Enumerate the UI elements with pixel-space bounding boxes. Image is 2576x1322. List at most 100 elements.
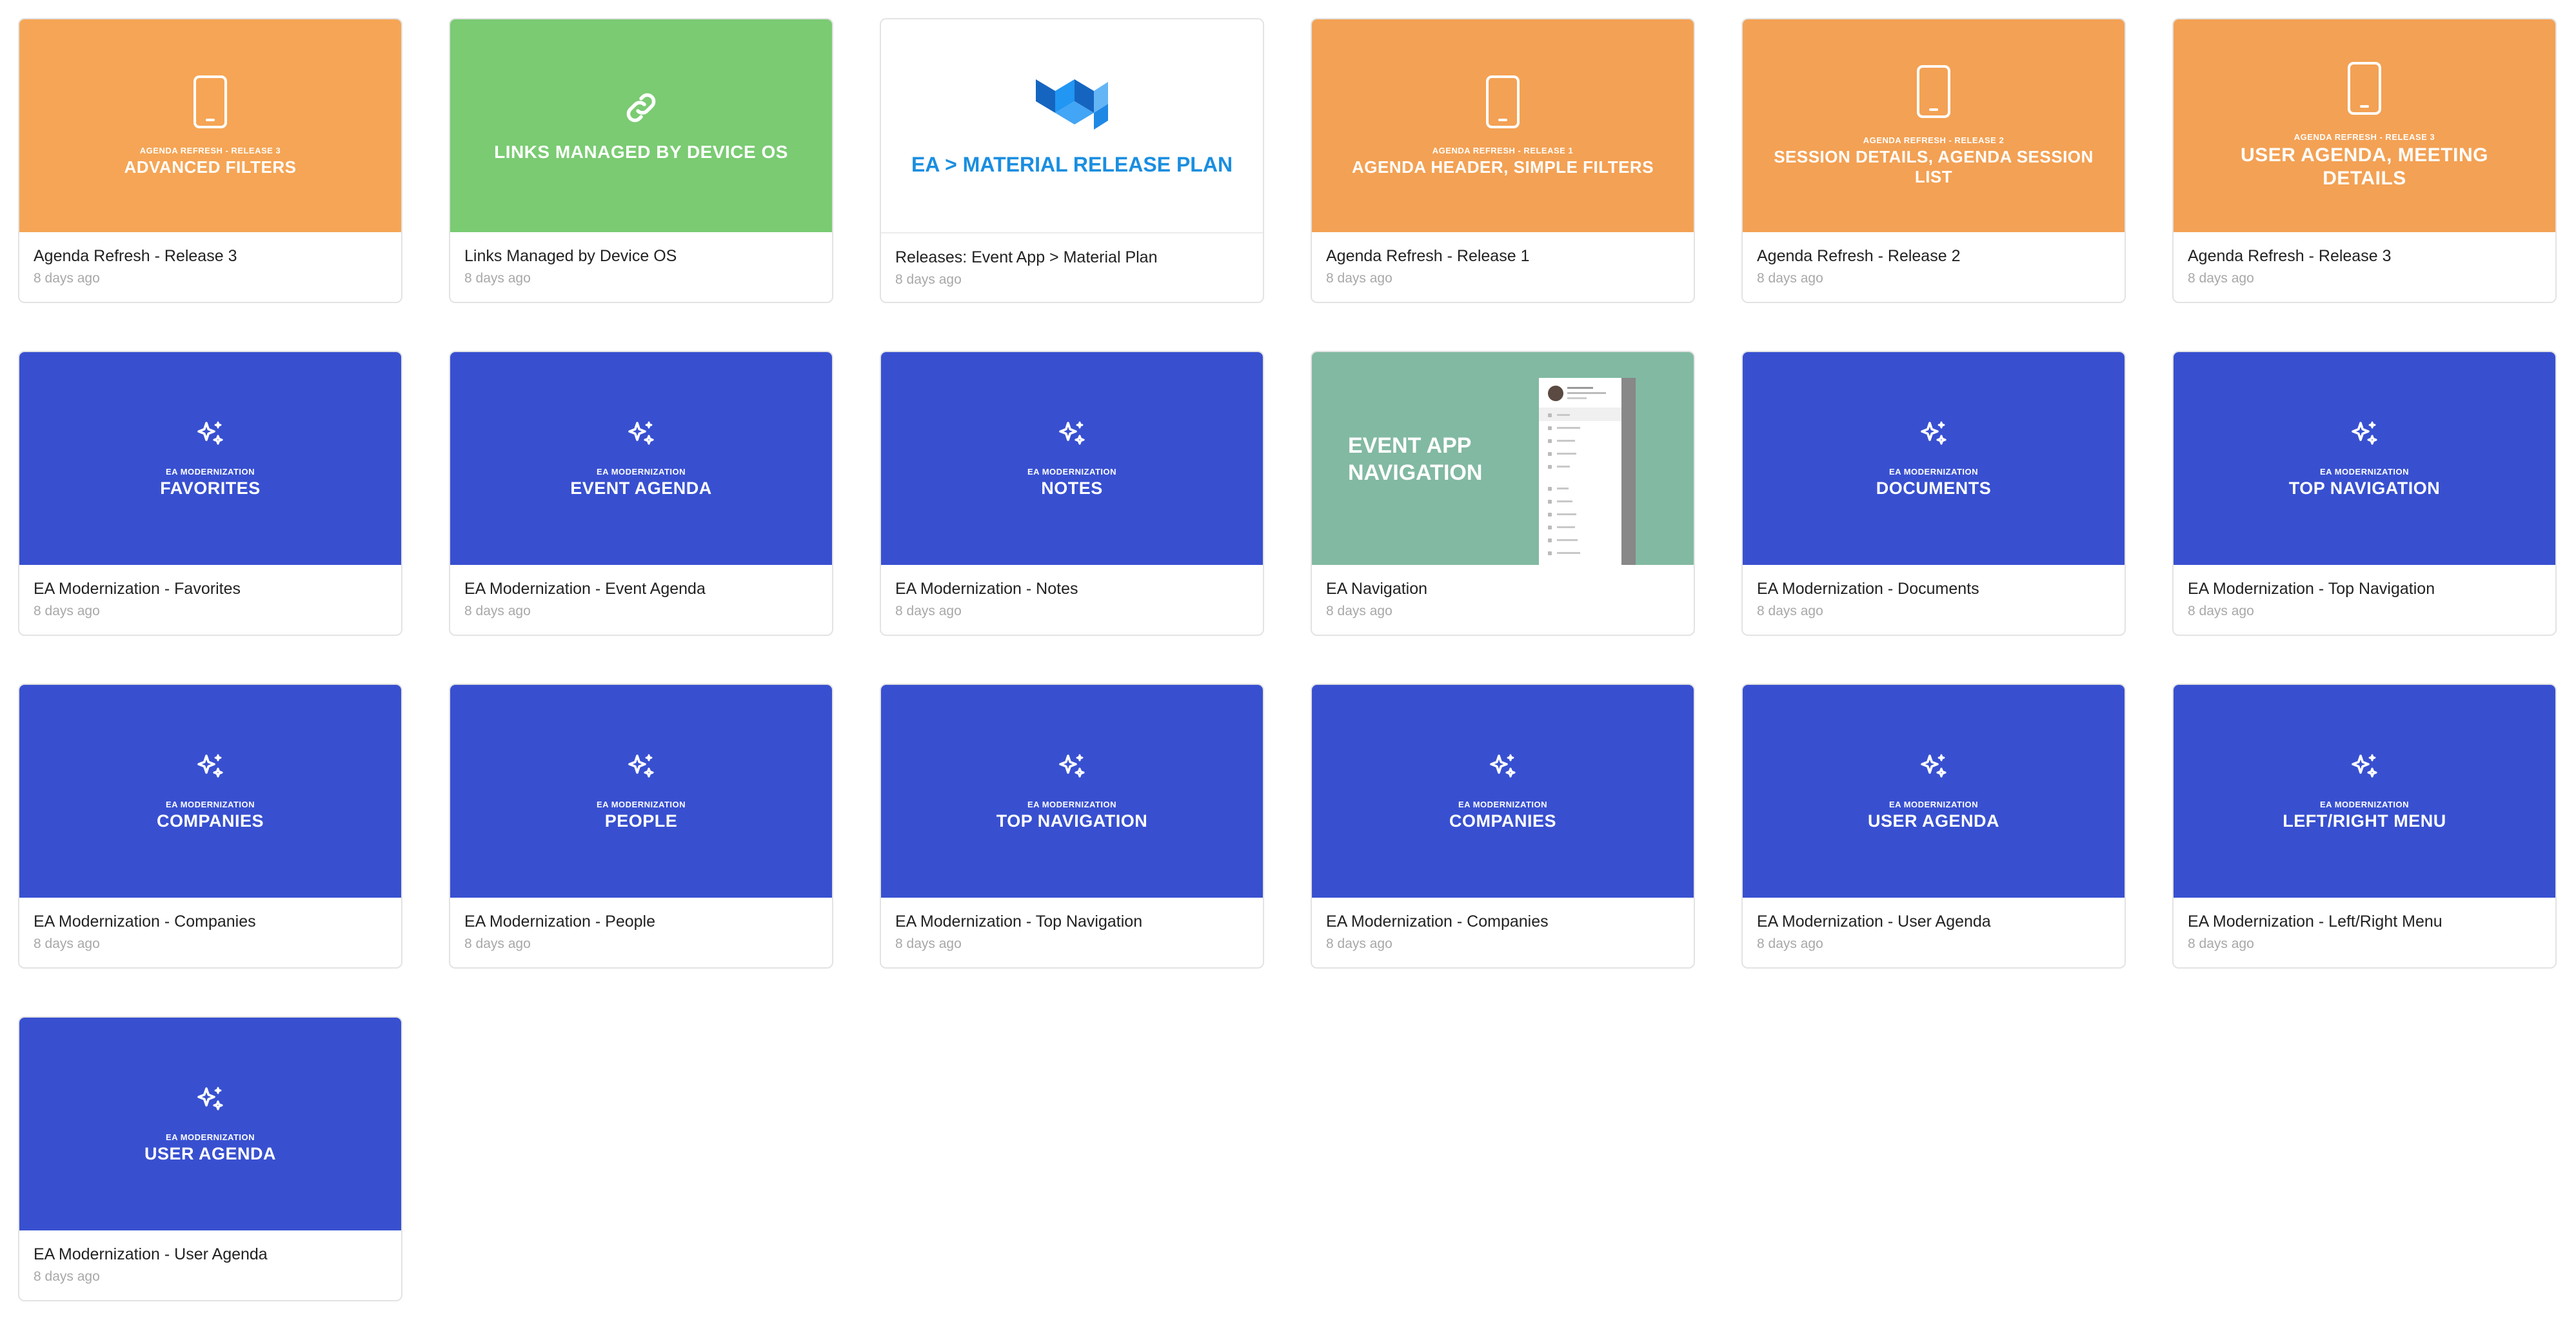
card-thumbnail: EA MODERNIZATION NOTES: [881, 352, 1263, 565]
card-thumbnail: EVENT APP NAVIGATION: [1312, 352, 1694, 565]
card-title[interactable]: EA Modernization - Top Navigation: [2188, 579, 2541, 598]
file-card[interactable]: AGENDA REFRESH - RELEASE 1 AGENDA HEADER…: [1311, 18, 1695, 303]
card-thumbnail: EA > MATERIAL RELEASE PLAN: [881, 19, 1263, 233]
card-eyebrow: AGENDA REFRESH - RELEASE 2: [1863, 135, 2005, 145]
card-thumbnail: AGENDA REFRESH - RELEASE 2 SESSION DETAI…: [1743, 19, 2125, 232]
card-timestamp: 8 days ago: [1757, 604, 1823, 618]
card-eyebrow: EA MODERNIZATION: [1458, 799, 1547, 809]
file-card[interactable]: EA MODERNIZATION COMPANIES EA Modernizat…: [1311, 684, 1695, 969]
file-card[interactable]: EA MODERNIZATION EVENT AGENDA EA Moderni…: [449, 351, 833, 636]
sparkles-icon: [628, 421, 654, 445]
file-card[interactable]: EA MODERNIZATION USER AGENDA EA Moderniz…: [1741, 684, 2126, 969]
card-meta: EA Modernization - Event Agenda 8 days a…: [450, 565, 832, 619]
card-thumbnail: EA MODERNIZATION USER AGENDA: [19, 1018, 401, 1230]
file-card[interactable]: EVENT APP NAVIGATION EA Navigation 8 day…: [1311, 351, 1695, 636]
card-headline: COMPANIES: [1449, 811, 1556, 831]
material-logo-icon: [1036, 79, 1108, 130]
sparkles-icon: [1059, 754, 1085, 778]
file-grid: AGENDA REFRESH - RELEASE 3 ADVANCED FILT…: [18, 18, 2557, 1301]
card-timestamp: 8 days ago: [1326, 936, 1392, 951]
card-title[interactable]: Agenda Refresh - Release 2: [1757, 246, 2110, 266]
sparkles-icon: [2352, 754, 2377, 778]
card-thumbnail: EA MODERNIZATION TOP NAVIGATION: [2174, 352, 2555, 565]
file-card[interactable]: AGENDA REFRESH - RELEASE 3 USER AGENDA, …: [2172, 18, 2557, 303]
phone-mockup-icon: [1539, 378, 1636, 565]
card-headline: COMPANIES: [156, 811, 264, 831]
sparkles-icon: [2352, 421, 2377, 445]
card-title[interactable]: EA Modernization - Favorites: [34, 579, 387, 598]
card-title[interactable]: EA Modernization - Companies: [34, 912, 387, 931]
card-thumbnail: EA MODERNIZATION USER AGENDA: [1743, 685, 2125, 898]
card-headline: USER AGENDA: [1867, 811, 2000, 831]
file-card[interactable]: EA MODERNIZATION USER AGENDA EA Moderniz…: [18, 1016, 402, 1301]
card-timestamp: 8 days ago: [895, 604, 962, 618]
phone-icon: [1486, 75, 1520, 128]
card-thumbnail: EA MODERNIZATION PEOPLE: [450, 685, 832, 898]
card-headline: EA > MATERIAL RELEASE PLAN: [911, 153, 1233, 176]
card-eyebrow: EA MODERNIZATION: [166, 1132, 255, 1142]
file-card[interactable]: EA MODERNIZATION TOP NAVIGATION EA Moder…: [880, 684, 1264, 969]
card-thumbnail: EA MODERNIZATION COMPANIES: [19, 685, 401, 898]
file-card[interactable]: AGENDA REFRESH - RELEASE 2 SESSION DETAI…: [1741, 18, 2126, 303]
card-eyebrow: EA MODERNIZATION: [597, 466, 686, 477]
card-timestamp: 8 days ago: [1757, 936, 1823, 951]
file-card[interactable]: EA > MATERIAL RELEASE PLAN Releases: Eve…: [880, 18, 1264, 303]
sparkles-icon: [197, 421, 223, 445]
card-eyebrow: EA MODERNIZATION: [166, 466, 255, 477]
file-card[interactable]: EA MODERNIZATION FAVORITES EA Modernizat…: [18, 351, 402, 636]
card-headline: PEOPLE: [604, 811, 678, 831]
card-title[interactable]: Releases: Event App > Material Plan: [895, 248, 1249, 267]
card-title[interactable]: Agenda Refresh - Release 3: [34, 246, 387, 266]
card-timestamp: 8 days ago: [1757, 271, 1823, 286]
file-card[interactable]: EA MODERNIZATION COMPANIES EA Modernizat…: [18, 684, 402, 969]
card-title[interactable]: EA Modernization - Top Navigation: [895, 912, 1249, 931]
card-timestamp: 8 days ago: [895, 272, 962, 287]
card-eyebrow: EA MODERNIZATION: [2320, 466, 2409, 477]
file-card[interactable]: EA MODERNIZATION DOCUMENTS EA Modernizat…: [1741, 351, 2126, 636]
card-timestamp: 8 days ago: [1326, 604, 1392, 618]
card-timestamp: 8 days ago: [2188, 604, 2254, 618]
card-headline: ADVANCED FILTERS: [124, 157, 297, 177]
card-meta: EA Modernization - Companies 8 days ago: [1312, 898, 1694, 952]
card-meta: Releases: Event App > Material Plan 8 da…: [881, 233, 1263, 288]
card-title[interactable]: Links Managed by Device OS: [464, 246, 818, 266]
card-headline: FAVORITES: [160, 478, 261, 498]
card-title[interactable]: Agenda Refresh - Release 3: [2188, 246, 2541, 266]
card-headline: USER AGENDA, MEETING DETAILS: [2241, 144, 2488, 189]
card-title[interactable]: EA Modernization - User Agenda: [1757, 912, 2110, 931]
file-card[interactable]: EA MODERNIZATION TOP NAVIGATION EA Moder…: [2172, 351, 2557, 636]
card-timestamp: 8 days ago: [2188, 936, 2254, 951]
file-card[interactable]: EA MODERNIZATION NOTES EA Modernization …: [880, 351, 1264, 636]
card-headline: DOCUMENTS: [1876, 478, 1992, 498]
card-meta: EA Modernization - User Agenda 8 days ag…: [19, 1230, 401, 1285]
card-title[interactable]: Agenda Refresh - Release 1: [1326, 246, 1679, 266]
card-headline: SESSION DETAILS, AGENDA SESSION LIST: [1774, 147, 2094, 186]
card-eyebrow: EA MODERNIZATION: [1027, 466, 1116, 477]
card-thumbnail: EA MODERNIZATION DOCUMENTS: [1743, 352, 2125, 565]
file-card[interactable]: EA MODERNIZATION PEOPLE EA Modernization…: [449, 684, 833, 969]
card-meta: EA Modernization - Top Navigation 8 days…: [881, 898, 1263, 952]
card-eyebrow: AGENDA REFRESH - RELEASE 3: [139, 145, 281, 155]
card-timestamp: 8 days ago: [464, 936, 531, 951]
card-thumbnail: EA MODERNIZATION LEFT/RIGHT MENU: [2174, 685, 2555, 898]
phone-icon: [193, 75, 227, 128]
card-title[interactable]: EA Modernization - People: [464, 912, 818, 931]
card-timestamp: 8 days ago: [34, 604, 100, 618]
card-meta: EA Modernization - Documents 8 days ago: [1743, 565, 2125, 619]
card-meta: EA Modernization - Favorites 8 days ago: [19, 565, 401, 619]
file-card[interactable]: EA MODERNIZATION LEFT/RIGHT MENU EA Mode…: [2172, 684, 2557, 969]
card-headline: TOP NAVIGATION: [996, 811, 1148, 831]
card-title[interactable]: EA Modernization - Companies: [1326, 912, 1679, 931]
card-title[interactable]: EA Modernization - Notes: [895, 579, 1249, 598]
card-title[interactable]: EA Modernization - Documents: [1757, 579, 2110, 598]
card-title[interactable]: EA Modernization - Left/Right Menu: [2188, 912, 2541, 931]
card-eyebrow: EA MODERNIZATION: [1889, 466, 1978, 477]
file-card[interactable]: LINKS MANAGED BY DEVICE OS Links Managed…: [449, 18, 833, 303]
card-title[interactable]: EA Modernization - Event Agenda: [464, 579, 818, 598]
card-title[interactable]: EA Navigation: [1326, 579, 1679, 598]
card-title[interactable]: EA Modernization - User Agenda: [34, 1245, 387, 1264]
card-timestamp: 8 days ago: [464, 604, 531, 618]
sparkles-icon: [1490, 754, 1516, 778]
card-meta: EA Modernization - Companies 8 days ago: [19, 898, 401, 952]
file-card[interactable]: AGENDA REFRESH - RELEASE 3 ADVANCED FILT…: [18, 18, 402, 303]
